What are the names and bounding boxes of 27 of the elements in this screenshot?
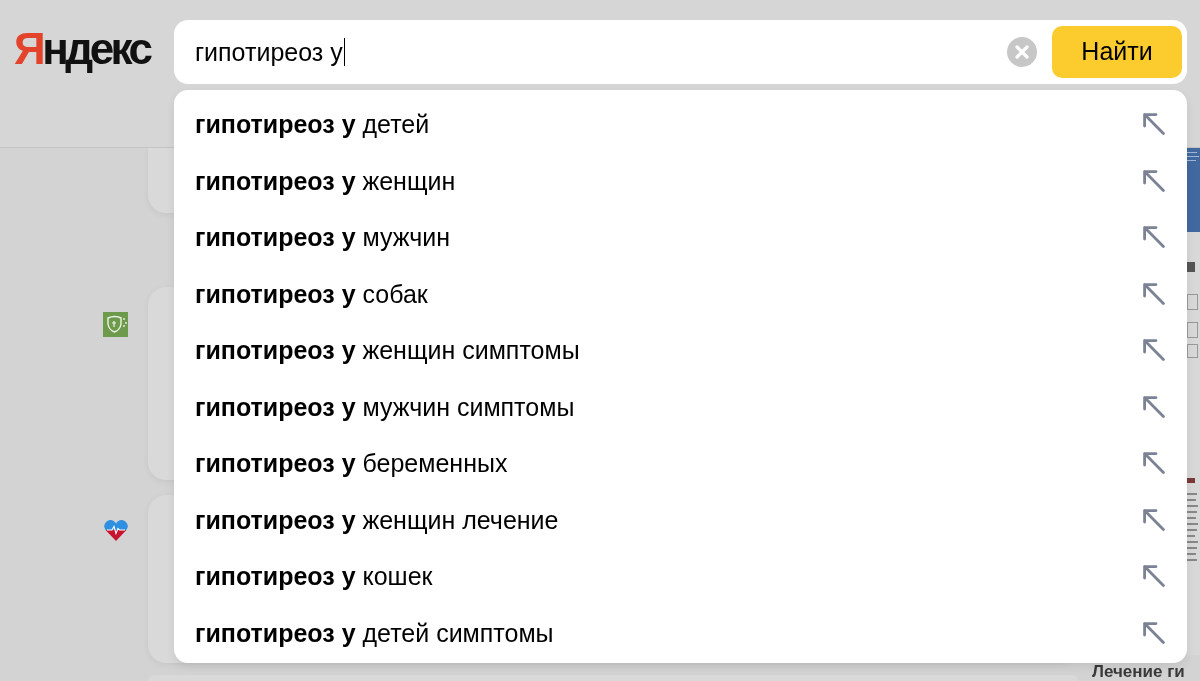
- suggestion-text[interactable]: гипотиреоз у детей: [195, 109, 430, 140]
- arrow-up-left-icon[interactable]: [1143, 395, 1165, 418]
- arrow-up-left-icon[interactable]: [1143, 508, 1165, 531]
- shield-logo-icon: [103, 312, 128, 337]
- search-button[interactable]: Найти: [1052, 26, 1182, 78]
- arrow-up-left-icon[interactable]: [1143, 226, 1165, 249]
- article-heading: Лечение ги: [1092, 663, 1186, 680]
- suggestion-text[interactable]: гипотиреоз у женщин: [195, 165, 456, 196]
- suggestion-text[interactable]: гипотиреоз у женщин лечение: [195, 504, 559, 535]
- suggestion-text[interactable]: гипотиреоз у кошек: [195, 561, 433, 592]
- suggestion-text[interactable]: гипотиреоз у собак: [195, 278, 428, 309]
- suggestion-text[interactable]: гипотиреоз у женщин симптомы: [195, 335, 580, 366]
- arrow-up-left-icon[interactable]: [1143, 339, 1165, 362]
- arrow-up-left-icon[interactable]: [1143, 565, 1165, 588]
- arrow-up-left-icon[interactable]: [1143, 169, 1165, 192]
- heart-pulse-icon: [104, 520, 128, 541]
- suggestion-text[interactable]: гипотиреоз у детей симптомы: [195, 617, 554, 648]
- search-input[interactable]: гипотиреоз у: [195, 37, 1007, 67]
- arrow-up-left-icon[interactable]: [1143, 113, 1165, 136]
- clear-icon: [1007, 37, 1037, 67]
- arrow-up-left-icon[interactable]: [1143, 282, 1165, 305]
- suggestion-text[interactable]: гипотиреоз у мужчин: [195, 222, 450, 253]
- arrow-up-left-icon[interactable]: [1143, 452, 1165, 475]
- yandex-logo[interactable]: Яндекс: [14, 27, 150, 71]
- suggestion-text[interactable]: гипотиреоз у мужчин симптомы: [195, 391, 575, 422]
- arrow-up-left-icon[interactable]: [1143, 621, 1165, 644]
- suggestion-text[interactable]: гипотиреоз у беременных: [195, 448, 508, 479]
